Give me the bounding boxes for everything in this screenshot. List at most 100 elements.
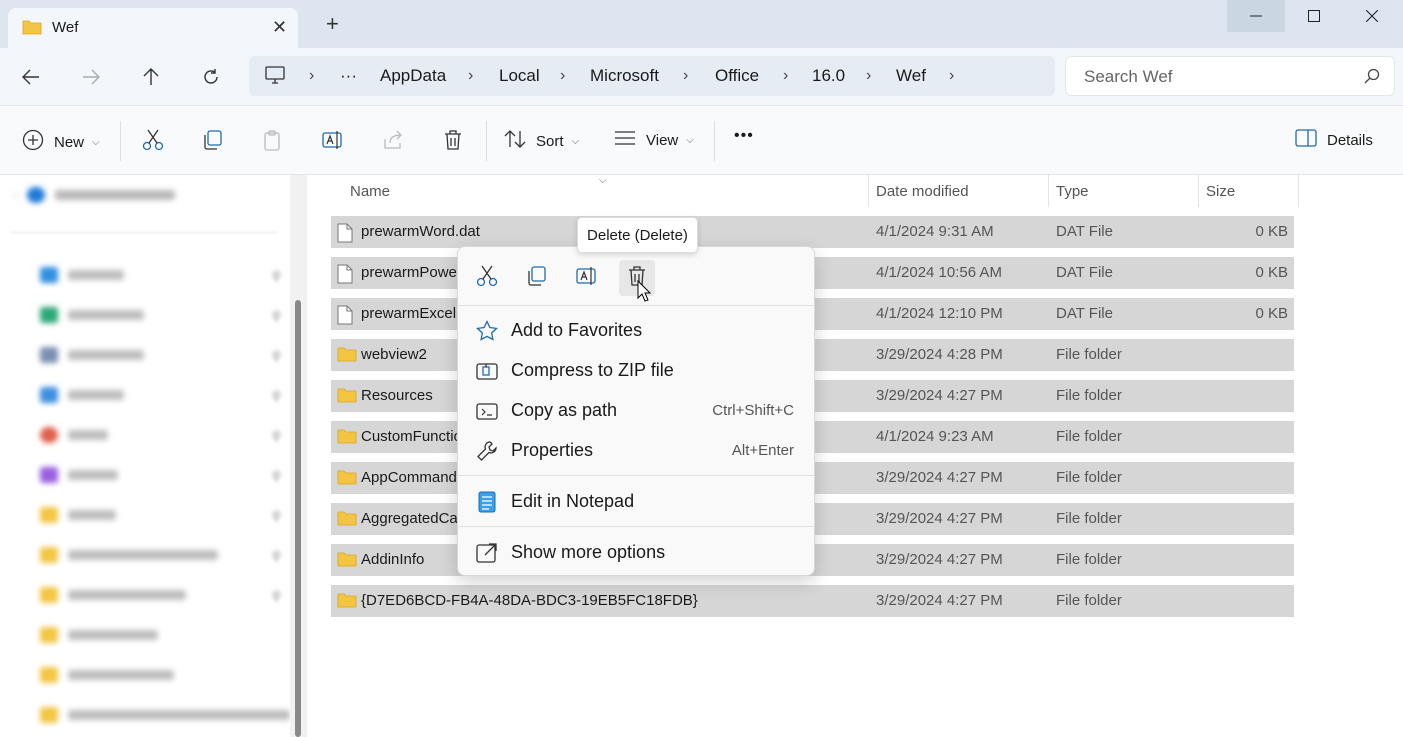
sidebar-item-videos[interactable] <box>40 467 118 483</box>
rename-icon <box>576 265 598 291</box>
this-pc-icon[interactable] <box>265 66 285 88</box>
breadcrumb-separator[interactable]: › <box>309 67 314 85</box>
up-button[interactable] <box>138 64 164 90</box>
column-divider[interactable] <box>868 175 869 207</box>
menu-item-copy-as-path[interactable]: Copy as path Ctrl+Shift+C <box>466 392 806 428</box>
file-type: File folder <box>1056 551 1122 568</box>
breadcrumb-office[interactable]: Office <box>715 66 759 86</box>
breadcrumb-microsoft[interactable]: Microsoft <box>590 66 659 86</box>
menu-rename-button[interactable] <box>569 260 605 296</box>
toolbar-divider <box>486 121 487 161</box>
sidebar-item-folder[interactable] <box>40 627 158 643</box>
folder-icon <box>337 510 357 530</box>
sidebar-item-folder[interactable] <box>40 707 290 723</box>
sidebar-item-folder[interactable] <box>40 507 116 523</box>
menu-item-add-to-favorites[interactable]: Add to Favorites <box>466 312 806 348</box>
file-date: 3/29/2024 4:27 PM <box>876 510 1003 527</box>
share-button[interactable] <box>382 129 404 155</box>
sidebar-item-folder[interactable] <box>40 587 186 603</box>
pin-icon: ⚲ <box>272 589 281 603</box>
sidebar-item-folder[interactable] <box>40 547 218 563</box>
sidebar-item-desktop[interactable] <box>40 267 124 283</box>
sidebar-item-onedrive[interactable]: › <box>14 187 176 203</box>
menu-item-compress-zip[interactable]: Compress to ZIP file <box>466 352 806 388</box>
chevron-down-icon: ⌵ <box>571 135 580 147</box>
column-header-size[interactable]: Size <box>1206 183 1235 200</box>
breadcrumb-separator[interactable]: › <box>683 67 688 85</box>
sidebar-item-documents[interactable] <box>40 347 144 363</box>
breadcrumb-separator[interactable]: › <box>949 67 954 85</box>
breadcrumb-separator[interactable]: › <box>866 67 871 85</box>
file-name: prewarmWord.dat <box>361 223 480 240</box>
details-button[interactable]: Details <box>1295 129 1373 151</box>
breadcrumb-separator[interactable]: › <box>560 67 565 85</box>
mouse-cursor-icon <box>637 279 652 306</box>
column-header-type[interactable]: Type <box>1056 183 1089 200</box>
address-bar[interactable]: › ··· AppData › Local › Microsoft › Offi… <box>249 56 1055 96</box>
file-size: 0 KB <box>1255 223 1288 240</box>
breadcrumb-16[interactable]: 16.0 <box>812 66 845 86</box>
close-window-button[interactable] <box>1343 0 1401 32</box>
notepad-icon <box>476 491 498 517</box>
copy-icon <box>202 129 224 155</box>
sidebar-item-downloads[interactable] <box>40 307 144 323</box>
column-header-name[interactable]: Name <box>350 183 390 200</box>
new-button[interactable]: New ⌵ <box>22 129 100 155</box>
column-divider[interactable] <box>1298 175 1299 207</box>
search-input[interactable]: Search Wef <box>1084 67 1173 87</box>
forward-button[interactable] <box>78 64 104 90</box>
column-divider[interactable] <box>1198 175 1199 207</box>
column-divider[interactable] <box>1048 175 1049 207</box>
breadcrumb-wef[interactable]: Wef <box>896 66 926 86</box>
menu-item-properties[interactable]: Properties Alt+Enter <box>466 432 806 468</box>
sidebar-item-folder[interactable] <box>40 667 174 683</box>
cut-icon <box>476 265 498 291</box>
breadcrumb-separator[interactable]: › <box>783 67 788 85</box>
minimize-button[interactable] <box>1227 0 1285 32</box>
sidebar-item-music[interactable] <box>40 427 108 443</box>
back-button[interactable] <box>18 64 44 90</box>
delete-button[interactable] <box>442 129 464 155</box>
chevron-down-icon: ⌵ <box>92 136 100 148</box>
more-options-button[interactable]: ••• <box>734 127 754 145</box>
menu-divider <box>458 475 814 476</box>
breadcrumb-local[interactable]: Local <box>499 66 540 86</box>
menu-item-edit-in-notepad[interactable]: Edit in Notepad <box>466 483 806 519</box>
path-icon <box>476 400 498 426</box>
details-label: Details <box>1327 131 1373 149</box>
details-pane-icon <box>1295 129 1317 151</box>
paste-button[interactable] <box>262 129 284 155</box>
rename-button[interactable] <box>322 129 344 155</box>
search-icon[interactable] <box>1364 68 1380 88</box>
menu-cut-button[interactable] <box>469 260 505 296</box>
sort-button[interactable]: Sort ⌵ <box>504 129 579 153</box>
refresh-button[interactable] <box>198 64 224 90</box>
folder-icon <box>337 469 357 489</box>
view-label: View <box>646 131 679 149</box>
breadcrumb-appdata[interactable]: AppData <box>380 66 446 86</box>
pin-icon: ⚲ <box>272 429 281 443</box>
breadcrumb-ellipsis[interactable]: ··· <box>340 66 357 86</box>
file-row[interactable]: {D7ED6BCD-FB4A-48DA-BDC3-19EB5FC18FDB} 3/… <box>331 585 1294 617</box>
close-tab-icon[interactable]: ✕ <box>272 17 287 38</box>
tab-wef[interactable]: Wef ✕ <box>8 8 298 48</box>
new-label: New <box>54 133 85 151</box>
menu-divider <box>458 305 814 306</box>
file-icon <box>337 305 353 329</box>
search-box[interactable]: Search Wef <box>1065 56 1395 96</box>
view-button[interactable]: View ⌵ <box>614 129 694 151</box>
sidebar-item-pictures[interactable] <box>40 387 124 403</box>
menu-item-show-more-options[interactable]: Show more options <box>466 534 806 570</box>
new-tab-button[interactable]: + <box>326 13 339 35</box>
title-bar: Wef ✕ + <box>0 0 1403 48</box>
file-date: 4/1/2024 9:31 AM <box>876 223 994 240</box>
breadcrumb-separator[interactable]: › <box>468 67 473 85</box>
cut-button[interactable] <box>142 129 164 155</box>
sidebar-scrollbar-thumb[interactable] <box>295 300 301 737</box>
file-row[interactable]: prewarmWord.dat 4/1/2024 9:31 AM DAT File 0… <box>331 216 1294 248</box>
menu-item-shortcut: Ctrl+Shift+C <box>712 402 794 419</box>
column-header-date[interactable]: Date modified <box>876 183 969 200</box>
menu-copy-button[interactable] <box>519 260 555 296</box>
copy-button[interactable] <box>202 129 224 155</box>
maximize-button[interactable] <box>1285 0 1343 32</box>
